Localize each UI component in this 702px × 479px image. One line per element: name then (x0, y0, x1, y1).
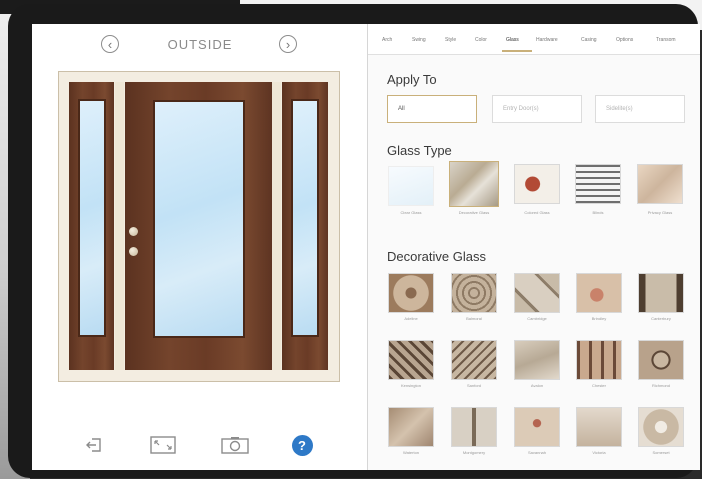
tab-casing[interactable]: Casing (581, 37, 597, 43)
camera-button[interactable] (219, 434, 251, 456)
decorative-glass-label: Waterton (402, 450, 420, 455)
tab-options[interactable]: Options (616, 37, 633, 43)
decorative-glass-label: Richmond (651, 383, 670, 388)
tablet-bezel: ‹ OUTSIDE › ? Arch Swing Style Color Gla… (8, 4, 700, 478)
decorative-glass-tile[interactable] (638, 273, 684, 313)
apply-to-entry-doors[interactable]: Entry Door(s) (492, 95, 582, 123)
decorative-glass-label: Balmoral (466, 316, 482, 321)
decorative-glass-tile[interactable] (514, 273, 560, 313)
help-icon: ? (291, 434, 313, 456)
decorative-glass-label: Somerset (652, 450, 670, 455)
decorative-glass-label: Victoria (592, 450, 606, 455)
configurator-pane: Arch Swing Style Color Glass Hardware Ca… (368, 24, 700, 470)
fullscreen-button[interactable] (148, 434, 178, 456)
exit-icon (86, 438, 101, 452)
decorative-glass-tile[interactable] (638, 407, 684, 447)
glass-type-colored[interactable] (514, 164, 560, 204)
glass-type-decorative[interactable] (449, 161, 499, 207)
decorative-glass-tile[interactable] (576, 340, 622, 380)
camera-icon (221, 437, 249, 454)
decorative-glass-label: Sanford (466, 383, 481, 388)
glass-type-label: Clear Glass (400, 210, 422, 215)
option-tabs: Arch Swing Style Color Glass Hardware Ca… (368, 24, 700, 55)
chevron-right-icon: › (285, 37, 291, 52)
decorative-glass-tile[interactable] (388, 407, 434, 447)
glass-type-label: Privacy Glass (647, 210, 673, 215)
left-trim (115, 82, 124, 370)
tab-hardware[interactable]: Hardware (536, 37, 558, 43)
right-sidelite-glass (291, 99, 319, 337)
app-screen: ‹ OUTSIDE › ? Arch Swing Style Color Gla… (32, 24, 700, 470)
tab-style[interactable]: Style (445, 37, 456, 43)
prev-view-button[interactable]: ‹ (101, 35, 119, 53)
glass-type-privacy[interactable] (637, 164, 683, 204)
tab-swing[interactable]: Swing (412, 37, 426, 43)
left-sidelite-glass (78, 99, 106, 337)
glass-type-label: Decorative Glass (458, 210, 490, 215)
decorative-glass-tile[interactable] (451, 340, 497, 380)
tab-arch[interactable]: Arch (382, 37, 392, 43)
door-deadbolt (129, 247, 138, 256)
decorative-glass-tile[interactable] (514, 340, 560, 380)
decorative-glass-tile[interactable] (451, 407, 497, 447)
door-knob (129, 227, 138, 236)
tab-glass[interactable]: Glass (506, 37, 519, 43)
tab-transom[interactable]: Transom (656, 37, 676, 43)
decorative-glass-label: Kensington (400, 383, 421, 388)
decorative-glass-label: Montgomery (462, 450, 486, 455)
tab-color[interactable]: Color (475, 37, 487, 43)
decorative-glass-tile[interactable] (388, 273, 434, 313)
apply-to-all[interactable]: All (387, 95, 477, 123)
decorative-glass-tile[interactable] (638, 340, 684, 380)
glass-type-label: Blinds (592, 210, 604, 215)
next-view-button[interactable]: › (279, 35, 297, 53)
help-button[interactable]: ? (290, 434, 314, 456)
glass-type-clear[interactable] (388, 166, 434, 206)
decorative-glass-title: Decorative Glass (387, 249, 486, 264)
decorative-glass-label: Cambridge (527, 316, 547, 321)
decorative-glass-label: Savannah (527, 450, 546, 455)
chevron-left-icon: ‹ (107, 37, 113, 52)
glass-type-label: Colored Glass (524, 210, 550, 215)
decorative-glass-label: Chester (591, 383, 606, 388)
active-tab-indicator (502, 50, 532, 52)
decorative-glass-tile[interactable] (576, 407, 622, 447)
fullscreen-icon (150, 436, 176, 454)
decorative-glass-tile[interactable] (514, 407, 560, 447)
right-trim (272, 82, 281, 370)
entry-door-glass (153, 100, 245, 338)
door-preview-pane: ‹ OUTSIDE › ? (32, 24, 368, 470)
decorative-glass-label: Adeline (404, 316, 418, 321)
glass-type-title: Glass Type (387, 143, 452, 158)
decorative-glass-label: Canterbury (651, 316, 671, 321)
decorative-glass-tile[interactable] (388, 340, 434, 380)
apply-to-sidelites[interactable]: Sidelite(s) (595, 95, 685, 123)
exit-button[interactable] (82, 434, 106, 456)
apply-to-title: Apply To (387, 72, 437, 87)
view-title: OUTSIDE (167, 37, 233, 52)
door-frame (58, 71, 340, 382)
decorative-glass-tile[interactable] (451, 273, 497, 313)
decorative-glass-label: Brindley (591, 316, 607, 321)
decorative-glass-label: Avalon (530, 383, 544, 388)
glass-type-blinds[interactable] (575, 164, 621, 204)
decorative-glass-tile[interactable] (576, 273, 622, 313)
